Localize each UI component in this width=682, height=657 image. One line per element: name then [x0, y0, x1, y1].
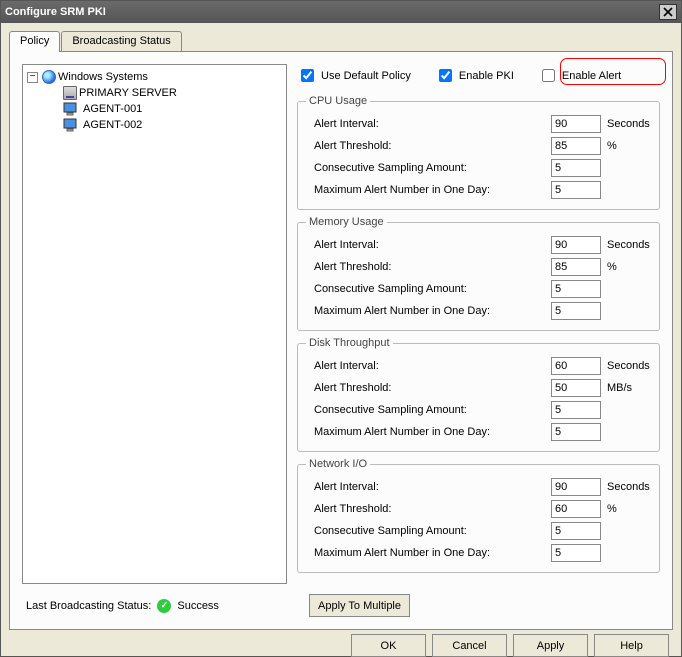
tree-node-label: PRIMARY SERVER [79, 87, 177, 99]
monitor-icon [63, 118, 79, 132]
tab-panel-policy: − Windows Systems PRIMARY SERVER AGENT-0… [9, 51, 673, 630]
mem-alert-threshold-input[interactable] [551, 258, 601, 276]
cpu-alert-threshold-input[interactable] [551, 137, 601, 155]
tab-bar: Policy Broadcasting Status [9, 31, 673, 51]
disk-max-alert-label: Maximum Alert Number in One Day: [306, 426, 545, 438]
net-sampling-label: Consecutive Sampling Amount: [306, 525, 545, 537]
close-button[interactable] [659, 4, 677, 20]
disk-alert-threshold-input[interactable] [551, 379, 601, 397]
tree-node-label: AGENT-002 [83, 119, 142, 131]
tree-node-primary-server[interactable]: PRIMARY SERVER [25, 85, 284, 101]
apply-button[interactable]: Apply [513, 634, 588, 657]
tree-node-label: AGENT-001 [83, 103, 142, 115]
cpu-alert-interval-unit: Seconds [607, 118, 651, 130]
tree-root[interactable]: − Windows Systems [25, 69, 284, 85]
net-max-alert-label: Maximum Alert Number in One Day: [306, 547, 545, 559]
cpu-max-alert-label: Maximum Alert Number in One Day: [306, 184, 545, 196]
close-icon [663, 7, 673, 17]
group-memory-usage: Memory Usage Alert Interval: Seconds Aler… [297, 216, 660, 331]
window-title: Configure SRM PKI [5, 6, 659, 18]
cpu-alert-interval-label: Alert Interval: [306, 118, 545, 130]
apply-to-multiple-button[interactable]: Apply To Multiple [309, 594, 410, 617]
mem-alert-interval-input[interactable] [551, 236, 601, 254]
use-default-policy-label: Use Default Policy [321, 70, 411, 82]
last-broadcast-label: Last Broadcasting Status: [26, 600, 151, 612]
cpu-alert-interval-input[interactable] [551, 115, 601, 133]
cancel-button[interactable]: Cancel [432, 634, 507, 657]
cpu-alert-threshold-label: Alert Threshold: [306, 140, 545, 152]
mem-max-alert-label: Maximum Alert Number in One Day: [306, 305, 545, 317]
use-default-policy-checkbox[interactable]: Use Default Policy [297, 66, 411, 85]
group-disk-throughput: Disk Throughput Alert Interval: Seconds A… [297, 337, 660, 452]
net-alert-threshold-unit: % [607, 503, 651, 515]
help-button[interactable]: Help [594, 634, 669, 657]
enable-pki-input[interactable] [439, 69, 452, 82]
group-memory-usage-legend: Memory Usage [306, 216, 387, 228]
titlebar: Configure SRM PKI [1, 1, 681, 23]
net-max-alert-input[interactable] [551, 544, 601, 562]
tree-node-agent-001[interactable]: AGENT-001 [25, 101, 284, 117]
disk-alert-interval-input[interactable] [551, 357, 601, 375]
disk-sampling-input[interactable] [551, 401, 601, 419]
disk-alert-threshold-label: Alert Threshold: [306, 382, 545, 394]
disk-sampling-label: Consecutive Sampling Amount: [306, 404, 545, 416]
mem-alert-interval-unit: Seconds [607, 239, 651, 251]
enable-alert-input[interactable] [542, 69, 555, 82]
disk-alert-interval-unit: Seconds [607, 360, 651, 372]
options-row: Use Default Policy Enable PKI Enable Ale… [297, 64, 660, 89]
net-alert-threshold-input[interactable] [551, 500, 601, 518]
tree-node-agent-002[interactable]: AGENT-002 [25, 117, 284, 133]
enable-pki-checkbox[interactable]: Enable PKI [435, 66, 514, 85]
net-alert-threshold-label: Alert Threshold: [306, 503, 545, 515]
net-alert-interval-unit: Seconds [607, 481, 651, 493]
tab-broadcasting-status[interactable]: Broadcasting Status [61, 31, 181, 51]
monitor-icon [63, 102, 79, 116]
net-alert-interval-input[interactable] [551, 478, 601, 496]
cpu-max-alert-input[interactable] [551, 181, 601, 199]
group-network-io: Network I/O Alert Interval: Seconds Alert… [297, 458, 660, 573]
disk-alert-threshold-unit: MB/s [607, 382, 651, 394]
mem-sampling-input[interactable] [551, 280, 601, 298]
systems-tree[interactable]: − Windows Systems PRIMARY SERVER AGENT-0… [22, 64, 287, 584]
mem-alert-interval-label: Alert Interval: [306, 239, 545, 251]
disk-alert-interval-label: Alert Interval: [306, 360, 545, 372]
mem-sampling-label: Consecutive Sampling Amount: [306, 283, 545, 295]
globe-icon [42, 70, 56, 84]
disk-max-alert-input[interactable] [551, 423, 601, 441]
net-alert-interval-label: Alert Interval: [306, 481, 545, 493]
use-default-policy-input[interactable] [301, 69, 314, 82]
cpu-sampling-input[interactable] [551, 159, 601, 177]
ok-button[interactable]: OK [351, 634, 426, 657]
net-sampling-input[interactable] [551, 522, 601, 540]
enable-pki-label: Enable PKI [459, 70, 514, 82]
mem-alert-threshold-label: Alert Threshold: [306, 261, 545, 273]
last-broadcast-value: Success [177, 600, 219, 612]
mem-alert-threshold-unit: % [607, 261, 651, 273]
mem-max-alert-input[interactable] [551, 302, 601, 320]
group-cpu-usage-legend: CPU Usage [306, 95, 370, 107]
tree-root-label: Windows Systems [58, 71, 148, 83]
tree-expander[interactable]: − [27, 72, 38, 83]
check-icon: ✓ [157, 599, 171, 613]
group-network-io-legend: Network I/O [306, 458, 370, 470]
tab-policy[interactable]: Policy [9, 31, 60, 52]
group-cpu-usage: CPU Usage Alert Interval: Seconds Alert T… [297, 95, 660, 210]
cpu-sampling-label: Consecutive Sampling Amount: [306, 162, 545, 174]
dialog-button-bar: OK Cancel Apply Help [9, 630, 673, 657]
group-disk-throughput-legend: Disk Throughput [306, 337, 393, 349]
server-icon [63, 86, 77, 100]
cpu-alert-threshold-unit: % [607, 140, 651, 152]
status-row: Last Broadcasting Status: ✓ Success Appl… [22, 594, 660, 617]
enable-alert-label: Enable Alert [562, 70, 621, 82]
enable-alert-checkbox[interactable]: Enable Alert [538, 66, 621, 85]
